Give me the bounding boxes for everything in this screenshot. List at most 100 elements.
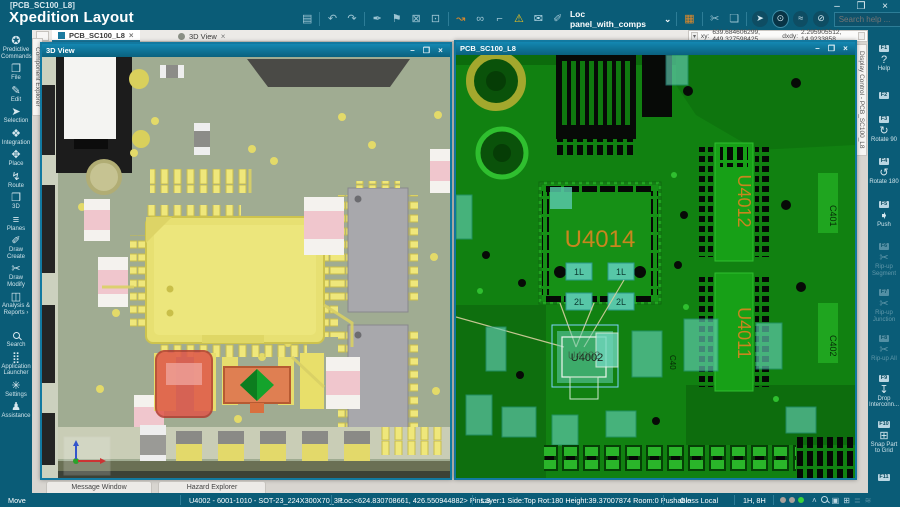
rail-item-selection[interactable]: ➤ Selection [0,106,32,125]
rail-item-analysis-reports[interactable]: ◫ Analysis & Reports › [0,291,32,316]
axis-triad [63,436,111,476]
rail-item-rip-up-segment[interactable]: F6 ✂ Rip-up Segment [868,234,900,277]
view3d-window-titlebar[interactable]: 3D View – ❐ × [42,44,450,57]
drop-interconnect-icon: ↧ [879,383,889,396]
rail-item-rip-up-all[interactable]: F8 ✂ Rip-up All [868,326,900,363]
u4012-footprint[interactable]: U4012 [699,142,769,262]
display-control-tab[interactable]: Display Control - PCB_SC100_L8 [856,44,867,156]
close-icon[interactable]: × [840,44,851,54]
svg-text:U4002: U4002 [568,350,600,362]
selected-part-red[interactable] [154,350,216,418]
loc-scheme-label: Loc panel_with_comps [569,9,646,29]
bend-icon[interactable]: ⌐ [492,11,506,27]
rail-item-rotate-90[interactable]: F3 ↻ Rotate 90 [868,107,900,144]
status-location: Loc:<624.830708661, 426.550944882> Pins:… [340,495,491,505]
soic-3d-upper[interactable] [338,181,418,313]
warning-icon[interactable]: ⚠ [512,11,526,27]
search-help-input[interactable] [833,11,900,27]
rail-item-drop-interconnect[interactable]: F9 ↧ Drop Interconn... [868,366,900,409]
rail-item-settings[interactable]: ✳ Settings [0,380,32,399]
view3d-viewport[interactable] [42,57,450,478]
layout-viewport[interactable]: U4014 1L 1L 2L 2L U4012 U4011 C401 C402 … [456,55,855,478]
tab-3d-view[interactable]: 3D View × [172,30,231,42]
coords-options-button[interactable] [858,32,865,40]
rail-item-rotate-180[interactable]: F4 ↺ Rotate 180 [868,149,900,186]
list-icon[interactable]: ≣ [852,496,863,505]
u4014-footprint[interactable]: U4014 1L 1L 2L 2L [538,181,662,311]
rail-item-f11[interactable]: F11 [868,465,900,483]
pan-mode-button[interactable]: ⊙ [771,10,790,28]
status-indicator-dots [774,497,810,503]
rail-item-help[interactable]: F1? Help [868,36,900,73]
rip-up-all-icon: ✂ [879,344,889,356]
rail-item-draw-modify[interactable]: ✂ Draw Modify [0,263,32,288]
comment-icon[interactable]: ✉ [531,11,545,27]
route-icon: ↯ [11,170,21,183]
copy-icon[interactable]: ❏ [727,11,741,27]
rail-item-edit[interactable]: ✎ Edit [0,85,32,104]
u4011-refdes: U4011 [734,307,754,359]
rail-item-application-launcher[interactable]: ⣿ Application Launcher [0,352,32,377]
svg-text:1L: 1L [616,267,626,277]
grid-icon[interactable]: ▦ [682,11,696,27]
rail-item-rip-up-junction[interactable]: F7 ✂ Rip-up Junction [868,280,900,323]
disable-mode-button[interactable]: ⊘ [813,11,829,27]
select-mode-button[interactable]: ➤ [752,11,768,27]
right-function-rail: F1? Help F2 F3 ↻ Rotate 90 F4 ↺ Rotate 180 F5… [868,30,900,507]
status-gloss[interactable]: Gloss Local [664,496,734,505]
maximize-icon[interactable]: ❐ [826,44,837,54]
rail-item-push[interactable]: F5 ➧ Push [868,192,900,229]
edit-icon: ✎ [11,84,21,97]
zoom-icon[interactable] [819,495,830,505]
pad-row [150,169,250,193]
app-name: Xpedition Layout [9,9,134,26]
pin-icon[interactable]: ✒ [370,11,384,27]
rail-item-snap-part-to-grid[interactable]: F10 ⊞ Snap Part to Grid [868,412,900,455]
rail-item-predictive-commands[interactable]: ✪ Predictive Commands [0,35,32,60]
layout-window-titlebar[interactable]: PCB_SC100_L8 – ❐ × [456,42,855,55]
rail-item-f2[interactable]: F2 [868,83,900,101]
cut-icon[interactable]: ✂ [708,11,722,27]
minimize-icon[interactable]: – [812,44,823,54]
close-icon[interactable]: × [129,31,134,40]
expand-caret-icon[interactable]: ˄ [810,496,819,505]
rail-item-place[interactable]: ✥ Place [0,149,32,168]
tab-pcb-sc100-l8[interactable]: PCB_SC100_L8 × [52,30,140,42]
minimize-icon[interactable]: – [407,46,418,56]
status-layer: Layer:1 Side:Top Rot:180 Height:39.37007… [481,495,692,505]
lock-icon[interactable]: ⊠ [409,11,423,27]
rotate-180-icon: ↺ [879,167,889,179]
draw-icon[interactable]: ✐ [551,11,565,27]
rail-item-draw-create[interactable]: ✐ Draw Create [0,235,32,260]
rail-item-3d[interactable]: ❒ 3D [0,192,32,211]
close-icon[interactable]: × [221,32,226,41]
redo-icon[interactable]: ↷ [345,11,359,27]
u4014-refdes: U4014 [565,226,636,253]
help-icon: ? [880,54,888,66]
pencil-icon: ✐ [11,235,21,247]
fit-view-icon[interactable]: ⊞ [841,496,852,505]
rail-item-search[interactable]: Search [0,330,32,349]
wave-mode-button[interactable]: ≈ [793,11,809,27]
window-icon[interactable]: ▣ [830,496,842,505]
place-icon: ✥ [11,149,21,161]
rail-item-route[interactable]: ↯ Route [0,171,32,190]
view3d-window-title: 3D View [46,46,75,55]
rail-item-planes[interactable]: ≡ Planes [0,214,32,233]
rail-item-integration[interactable]: ❖ Integration [0,128,32,147]
undo-icon[interactable]: ↶ [325,11,339,27]
loc-scheme-dropdown[interactable]: Loc panel_with_comps ⌄ [570,9,671,29]
waves-icon[interactable]: ≋ [863,496,874,505]
link-icon[interactable]: ∞ [473,11,487,27]
layout-window-title: PCB_SC100_L8 [460,44,516,53]
board-left-edge [42,57,58,478]
route-mode-icon[interactable]: ↝ [454,11,468,27]
unlock-icon[interactable]: ⊡ [428,11,442,27]
rail-item-assistance[interactable]: ♟ Assistance [0,401,32,420]
save-icon[interactable]: ▤ [300,11,314,27]
status-grid[interactable]: 1H, 8H [735,496,773,505]
maximize-icon[interactable]: ❐ [421,46,432,56]
rail-item-file[interactable]: ❐ File [0,63,32,82]
close-icon[interactable]: × [435,46,446,56]
flag-icon[interactable]: ⚑ [389,11,403,27]
